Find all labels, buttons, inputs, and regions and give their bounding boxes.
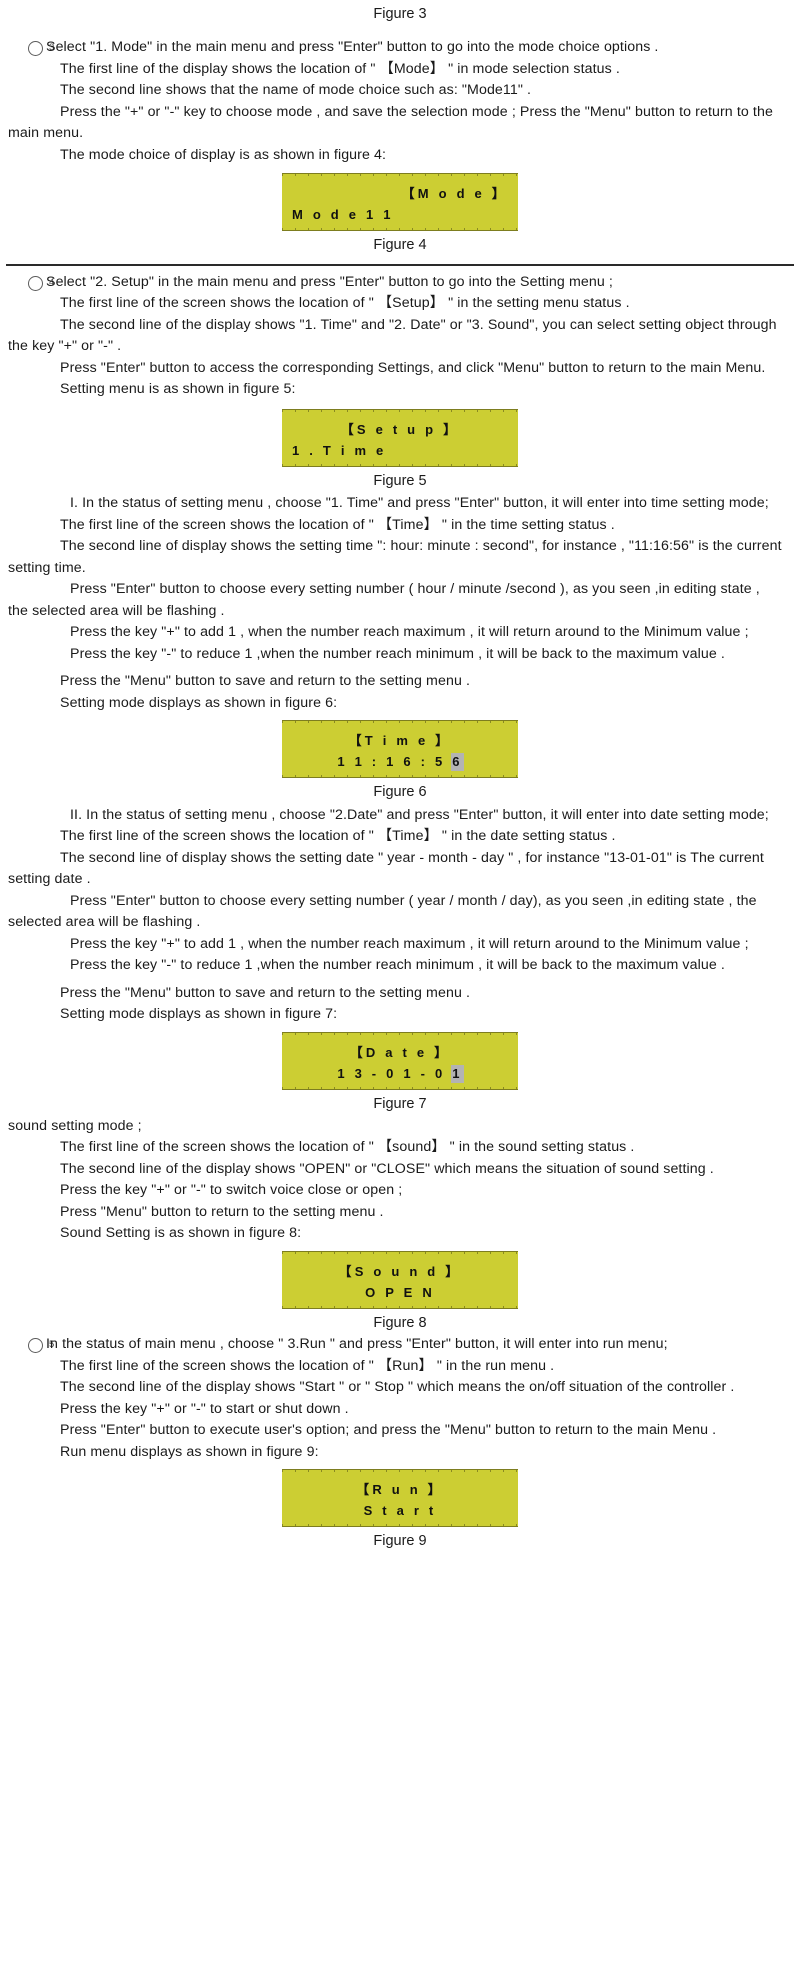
section-5: 5In the status of main menu , choose " 3… [0,1334,800,1463]
lcd-line-2-time: 1 1 : 1 6 : 5 6 [282,753,518,772]
figure-5-caption: Figure 5 [373,472,427,489]
figure-9-caption: Figure 9 [373,1533,427,1550]
section-5-line-4: Press the key "+" or "-" to start or shu… [60,1400,349,1417]
section-4-line-3: The second line of the display shows "1.… [8,316,777,355]
lcd-line-1-run: 【R u n 】 [356,1482,444,1498]
section-date: II. In the status of setting menu , choo… [0,805,800,1026]
section-time-line-1: I. In the status of setting menu , choos… [70,495,769,512]
lcd-display-mode: 【M o d e 】 M o d e 1 1 [282,173,518,232]
section-sound-line-1: sound setting mode ; [8,1117,142,1134]
section-date-line-4: Press "Enter" button to choose every set… [8,892,757,931]
section-date-line-8: Setting mode displays as shown in figure… [60,1006,338,1023]
section-4-line-1: 4Select "2. Setup" in the main menu and … [0,272,800,294]
section-time-line-3: The second line of display shows the set… [8,538,782,576]
section-4-line-4: Press "Enter" button to access the corre… [60,359,766,376]
figure-5-lcd-wrapper: 【S e t u p 】 1 . T i m e [0,408,800,467]
section-3-line-4: Press the "+" or "-" key to choose mode … [8,103,773,142]
section-4-line-5: Setting menu is as shown in figure 5: [60,381,296,398]
section-date-line-6: Press the key "-" to reduce 1 ,when the … [70,957,725,974]
section-4: 4Select "2. Setup" in the main menu and … [0,272,800,401]
section-4-line-1-text: Select "2. Setup" in the main menu and p… [46,273,613,290]
lcd-line-2-date: 1 3 - 0 1 - 0 1 [282,1064,518,1083]
section-sound-line-3: The second line of the display shows "OP… [60,1160,714,1177]
figure-4-lcd-wrapper: 【M o d e 】 M o d e 1 1 [0,173,800,232]
section-time-line-4: Press "Enter" button to choose every set… [8,581,760,619]
section-date-line-3: The second line of display shows the set… [8,849,764,888]
section-3-line-3: The second line shows that the name of m… [60,82,532,99]
figure-8-caption: Figure 8 [373,1314,427,1331]
figure-9-lcd-wrapper: 【R u n 】 S t a r t [0,1469,800,1528]
section-time: I. In the status of setting menu , choos… [0,493,800,714]
figure-6-lcd-wrapper: 【T i m e 】 1 1 : 1 6 : 5 6 [0,720,800,779]
section-divider-1 [6,263,794,266]
lcd-line-1-time: 【T i m e 】 [348,733,452,749]
section-time-line-5: Press the key "+" to add 1 , when the nu… [70,624,749,641]
section-date-line-5: Press the key "+" to add 1 , when the nu… [70,935,749,952]
section-sound: sound setting mode ; The first line of t… [0,1116,800,1245]
section-date-line-2: The first line of the screen shows the l… [60,828,616,845]
section-3: 3Select "1. Mode" in the main menu and p… [0,37,800,166]
lcd-date-value: 1 3 - 0 1 - 0 [337,1065,453,1081]
list-marker-3: 3 [28,41,54,57]
section-3-line-1-text: Select "1. Mode" in the main menu and pr… [46,39,659,56]
lcd-display-time: 【T i m e 】 1 1 : 1 6 : 5 6 [282,720,518,779]
section-date-line-1: II. In the status of setting menu , choo… [70,806,769,823]
figure-7-caption: Figure 7 [373,1095,427,1112]
lcd-display-run: 【R u n 】 S t a r t [282,1469,518,1528]
figure-3-caption: Figure 3 [373,6,427,22]
list-marker-5: 5 [28,1338,54,1354]
section-time-line-6: Press the key "-" to reduce 1 ,when the … [70,645,725,662]
section-sound-line-6: Sound Setting is as shown in figure 8: [60,1225,302,1242]
lcd-display-sound: 【S o u n d 】 O P E N [282,1250,518,1309]
lcd-line-1-mode: 【M o d e 】 [401,186,508,202]
lcd-time-selected-digit: 6 [451,753,464,772]
section-time-line-8: Setting mode displays as shown in figure… [60,694,338,711]
section-3-line-1: 3Select "1. Mode" in the main menu and p… [0,37,800,59]
list-marker-4: 4 [28,275,54,291]
lcd-display-date: 【D a t e 】 1 3 - 0 1 - 0 1 [282,1031,518,1090]
figure-4-caption: Figure 4 [373,237,427,254]
lcd-date-selected-digit: 1 [451,1064,464,1083]
section-time-line-7: Press the "Menu" button to save and retu… [60,673,471,690]
section-5-line-1-text: In the status of main menu , choose " 3.… [46,1336,668,1353]
figure-8-lcd-wrapper: 【S o u n d 】 O P E N [0,1250,800,1309]
section-3-line-5: The mode choice of display is as shown i… [60,146,387,163]
lcd-line-1-date: 【D a t e 】 [349,1044,451,1060]
section-5-line-2: The first line of the screen shows the l… [60,1357,555,1374]
document-page: Figure 3 3Select "1. Mode" in the main m… [0,6,800,1981]
section-5-line-6: Run menu displays as shown in figure 9: [60,1443,319,1460]
lcd-line-2-setup: 1 . T i m e [292,442,387,458]
lcd-line-2-mode: M o d e 1 1 [292,207,394,223]
section-sound-line-5: Press "Menu" button to return to the set… [60,1203,384,1220]
section-date-line-7: Press the "Menu" button to save and retu… [60,984,471,1001]
section-4-line-2: The first line of the screen shows the l… [60,295,630,312]
lcd-display-setup: 【S e t u p 】 1 . T i m e [282,408,518,467]
lcd-line-2-sound: O P E N [365,1284,435,1300]
section-5-line-3: The second line of the display shows "St… [60,1379,735,1396]
section-time-line-2: The first line of the screen shows the l… [60,516,615,533]
section-sound-line-2: The first line of the screen shows the l… [60,1139,635,1156]
lcd-line-2-run: S t a r t [363,1503,437,1519]
lcd-time-value: 1 1 : 1 6 : 5 [337,754,453,770]
lcd-line-1-sound: 【S o u n d 】 [338,1263,462,1279]
section-sound-line-4: Press the key "+" or "-" to switch voice… [60,1182,403,1199]
lcd-line-1-setup: 【S e t u p 】 [340,421,460,437]
section-5-line-5: Press "Enter" button to execute user's o… [60,1422,717,1439]
figure-7-lcd-wrapper: 【D a t e 】 1 3 - 0 1 - 0 1 [0,1031,800,1090]
section-5-line-1: 5In the status of main menu , choose " 3… [0,1334,800,1356]
figure-6-caption: Figure 6 [373,784,427,801]
section-3-line-2: The first line of the display shows the … [60,60,620,77]
